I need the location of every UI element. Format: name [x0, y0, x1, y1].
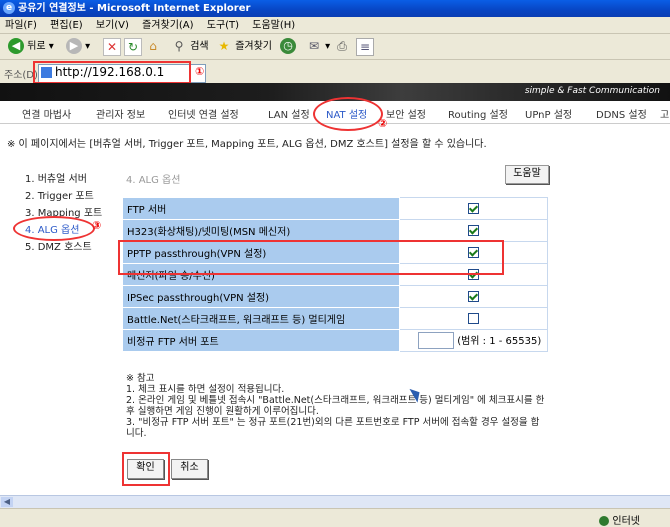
horizontal-scrollbar[interactable]: ◀ — [0, 495, 670, 508]
callout-3: ③ — [92, 219, 102, 232]
edit-icon: ≡ — [356, 38, 374, 56]
window-title: 공유기 연결정보 - Microsoft Internet Explorer — [18, 3, 251, 14]
menu-view[interactable]: 보기(V) — [91, 17, 134, 34]
table-row: Battle.Net(스타크래프트, 워크래프트 등) 멀티게임 — [122, 307, 548, 330]
back-arrow-icon: ◀ — [8, 38, 24, 54]
help-button[interactable]: 도움말 — [505, 165, 549, 184]
option-label: FTP 서버 — [122, 197, 400, 220]
nav-upnp[interactable]: UPnP 설정 — [525, 106, 572, 121]
ok-highlight — [122, 452, 170, 486]
menu-tools[interactable]: 도구(T) — [202, 17, 244, 34]
section-title: 4. ALG 옵션 — [126, 175, 181, 186]
status-bar: 인터넷 — [0, 508, 670, 527]
nav-routing[interactable]: Routing 설정 — [448, 106, 508, 121]
ie-logo-icon: e — [3, 2, 15, 14]
alg-highlight — [13, 216, 95, 241]
pptp-highlight — [118, 240, 504, 275]
scroll-left-icon[interactable]: ◀ — [1, 497, 13, 507]
cancel-button[interactable]: 취소 — [171, 459, 208, 479]
option-label: Battle.Net(스타크래프트, 워크래프트 등) 멀티게임 — [122, 307, 400, 330]
forward-button[interactable]: ▶ ▾ — [66, 38, 90, 56]
edit-page-button[interactable]: ≡ — [356, 38, 374, 56]
banner-tagline: simple & Fast Communication — [524, 86, 660, 96]
menu-favorites[interactable]: 즐겨찾기(A) — [137, 17, 198, 34]
side-trigger-port[interactable]: 2. Trigger 포트 — [25, 187, 94, 202]
address-highlight — [33, 61, 191, 84]
battlenet-checkbox[interactable] — [468, 312, 479, 324]
menu-bar: 파일(F) 편집(E) 보기(V) 즐겨찾기(A) 도구(T) 도움말(H) — [0, 17, 670, 34]
note-1: 1. 체크 표시를 하면 설정이 적용됩니다. — [126, 384, 285, 395]
history-button[interactable]: ◷ — [280, 38, 296, 56]
note-2: 2. 온라인 게임 및 베틀넷 접속시 "Battle.Net(스타크래프트, … — [126, 395, 545, 417]
search-icon: ⚲ — [174, 39, 184, 53]
h323-checkbox[interactable] — [468, 224, 479, 236]
note-3: 3. "비정규 FTP 서버 포트" 는 정규 포트(21번)외의 다른 포트번… — [126, 417, 540, 439]
mail-button[interactable]: ✉ ▾ — [306, 38, 330, 56]
callout-1: ① — [195, 65, 205, 78]
nav-more[interactable]: 고 — [660, 106, 669, 121]
star-icon: ★ — [218, 39, 230, 53]
back-button[interactable]: ◀ 뒤로 ▾ — [8, 38, 54, 56]
favorites-button[interactable]: ★ 즐겨찾기 — [216, 38, 272, 56]
ftp-port-input[interactable] — [418, 332, 454, 350]
option-label: H323(화상채팅)/넷미팅(MSN 메신저) — [122, 219, 400, 242]
callout-2: ② — [378, 117, 388, 130]
menu-help[interactable]: 도움말(H) — [247, 17, 300, 34]
notes: ※ 참고 1. 체크 표시를 하면 설정이 적용됩니다. 2. 온라인 게임 및… — [126, 373, 546, 439]
print-button[interactable]: ⎙ — [334, 38, 350, 56]
window-title-bar: e 공유기 연결정보 - Microsoft Internet Explorer — [0, 0, 670, 17]
table-row: 비정규 FTP 서버 포트 (범위 : 1 - 65535) — [122, 329, 548, 352]
nav-admin[interactable]: 관리자 정보 — [96, 106, 145, 121]
table-row: IPSec passthrough(VPN 설정) — [122, 285, 548, 308]
ipsec-checkbox[interactable] — [468, 290, 479, 302]
search-button[interactable]: ⚲ 검색 — [171, 38, 209, 56]
ftp-server-checkbox[interactable] — [468, 202, 479, 214]
home-button[interactable]: ⌂ — [145, 38, 161, 56]
nav-wizard[interactable]: 연결 마법사 — [22, 106, 71, 121]
home-icon: ⌂ — [149, 39, 157, 53]
mail-icon: ✉ — [308, 39, 320, 53]
toolbar: ◀ 뒤로 ▾ ▶ ▾ ✕ ↻ ⌂ ⚲ 검색 ★ 즐겨찾기 ◷ ✉ ▾ ⎙ ≡ — [0, 34, 670, 60]
history-icon: ◷ — [280, 38, 296, 54]
page-notice: ※ 이 페이지에서는 [버츄얼 서버, Trigger 포트, Mapping … — [7, 139, 487, 150]
notes-title: ※ 참고 — [126, 373, 155, 384]
nav-lan[interactable]: LAN 설정 — [268, 106, 310, 121]
menu-file[interactable]: 파일(F) — [0, 17, 42, 34]
printer-icon: ⎙ — [337, 39, 347, 53]
forward-arrow-icon: ▶ — [66, 38, 82, 54]
side-virtual-server[interactable]: 1. 버츄얼 서버 — [25, 170, 87, 185]
option-label: IPSec passthrough(VPN 설정) — [122, 285, 400, 308]
stop-icon: ✕ — [103, 38, 121, 56]
table-row: H323(화상채팅)/넷미팅(MSN 메신저) — [122, 219, 548, 242]
nat-highlight — [313, 97, 383, 131]
refresh-button[interactable]: ↻ — [124, 38, 142, 56]
ftp-port-range: (범위 : 1 - 65535) — [457, 335, 542, 347]
menu-edit[interactable]: 편집(E) — [45, 17, 88, 34]
nav-ddns[interactable]: DDNS 설정 — [596, 106, 647, 121]
nav-security[interactable]: 보안 설정 — [386, 106, 426, 121]
nav-internet[interactable]: 인터넷 연결 설정 — [168, 106, 239, 121]
table-row: FTP 서버 — [122, 197, 548, 220]
ftp-port-label: 비정규 FTP 서버 포트 — [122, 329, 400, 352]
page-content: simple & Fast Communication 연결 마법사 관리자 정… — [0, 83, 670, 495]
stop-button[interactable]: ✕ — [103, 38, 121, 56]
refresh-icon: ↻ — [124, 38, 142, 56]
